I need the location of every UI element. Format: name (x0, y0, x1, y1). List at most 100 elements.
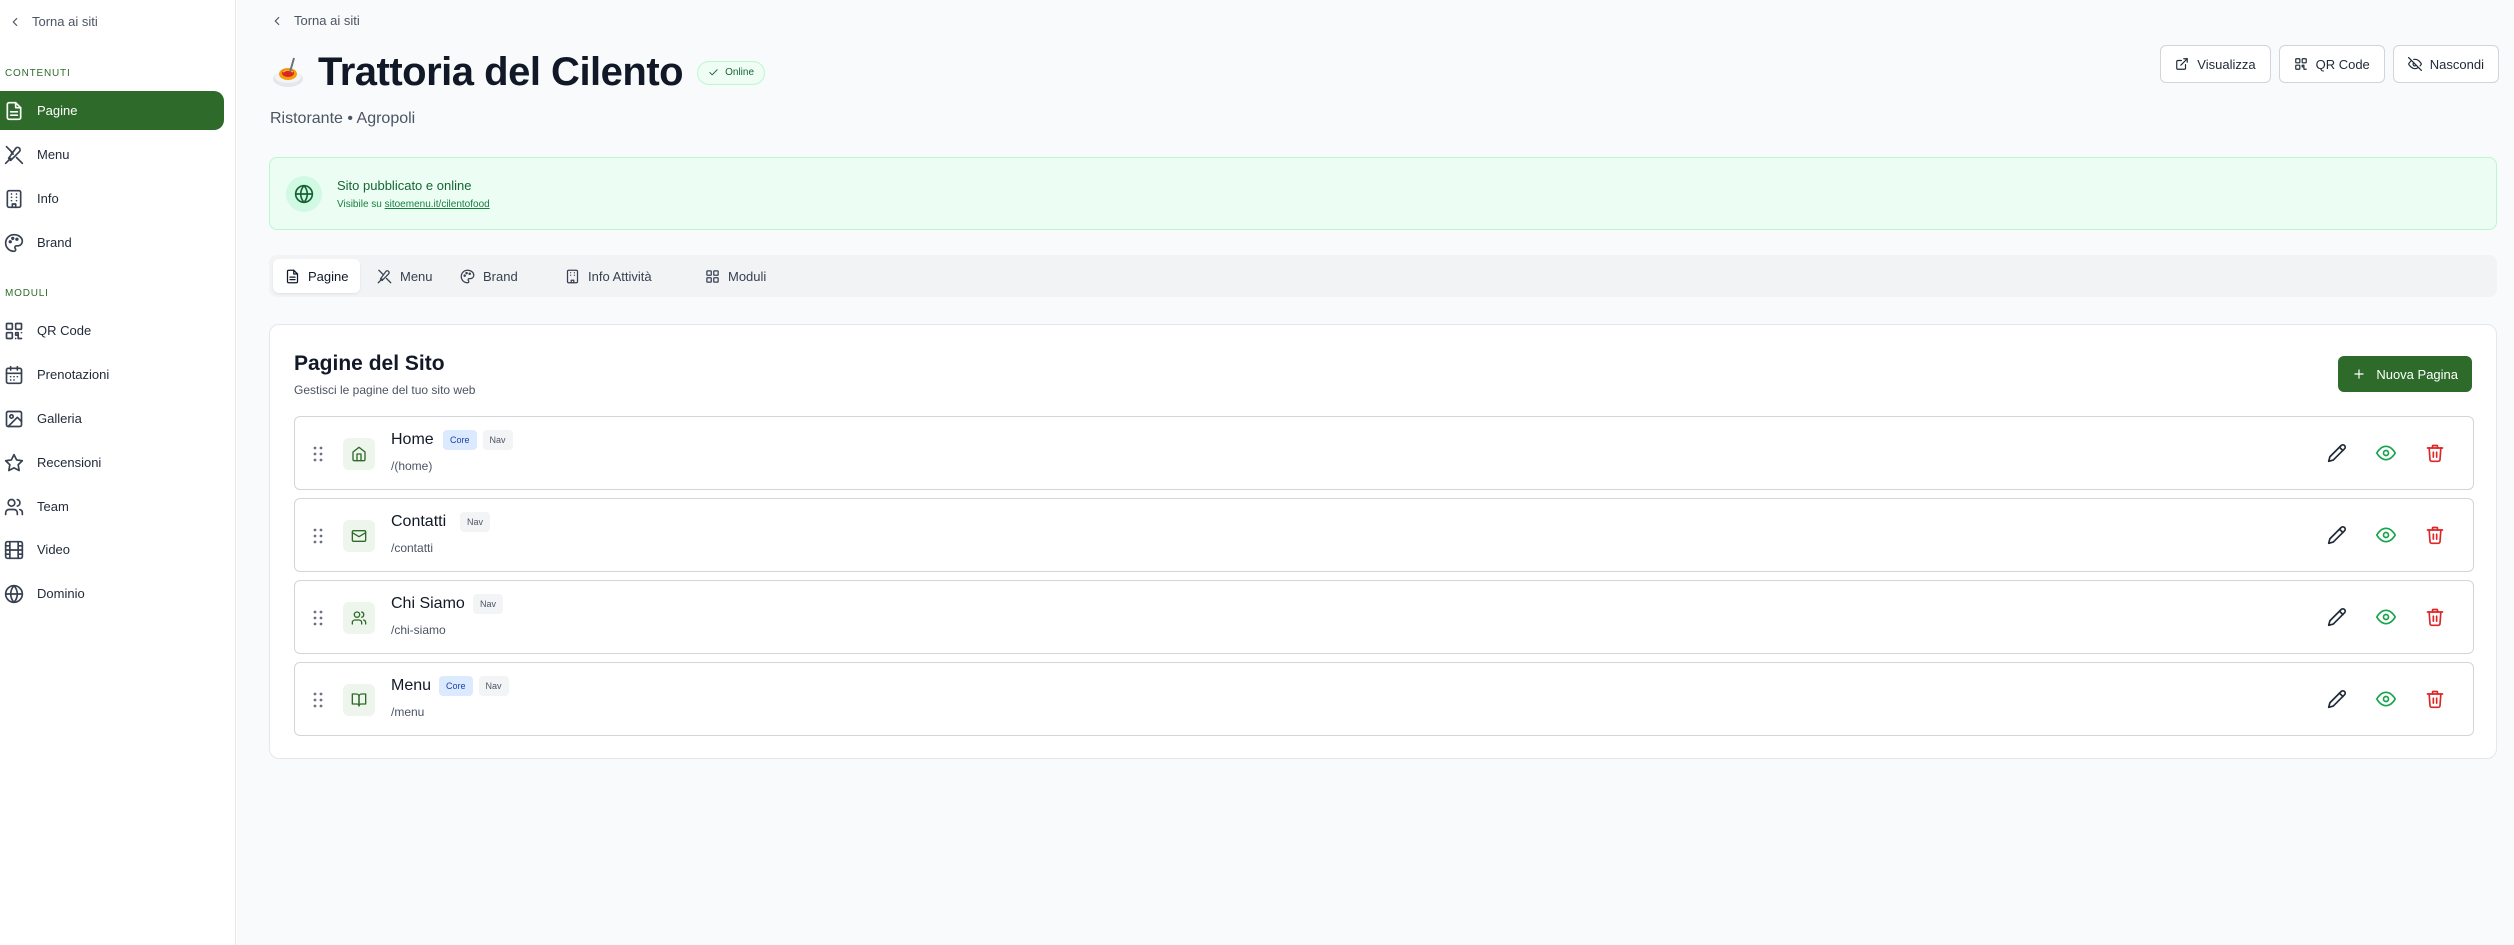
page-row-contatti[interactable]: Contatti Nav /contatti (294, 498, 2474, 572)
qr-code-icon (2294, 58, 2307, 70)
chevron-left-icon (274, 16, 280, 25)
sidebar-item-prenotazioni[interactable]: Prenotazioni (0, 355, 224, 394)
sidebar-item-pagine[interactable]: Pagine (0, 91, 224, 130)
globe-icon (286, 176, 322, 212)
page-title: Trattoria del Cilento (318, 50, 684, 94)
eye-icon[interactable] (2376, 607, 2396, 627)
sidebar-item-team[interactable]: Team (0, 487, 224, 526)
qr-code-button[interactable]: QR Code (2278, 45, 2385, 83)
plus-icon (2354, 369, 2364, 379)
file-text-icon (286, 269, 299, 283)
eye-icon[interactable] (2376, 443, 2396, 463)
edit-icon[interactable] (2327, 689, 2347, 709)
tab-brand[interactable]: Brand (448, 259, 530, 293)
sidebar-item-label: Galleria (37, 411, 82, 426)
view-site-label: Visualizza (2197, 56, 2256, 72)
tab-label: Pagine (308, 268, 349, 284)
back-to-sites-label: Torna ai siti (32, 14, 98, 29)
sidebar-item-video[interactable]: Video (0, 530, 224, 569)
tab-pagine[interactable]: Pagine (273, 259, 361, 293)
row-actions (2327, 607, 2445, 627)
building-icon (4, 189, 24, 209)
panel-title: Pagine del Sito (294, 352, 445, 375)
chevron-left-icon (12, 17, 18, 26)
page-path: /contatti (391, 541, 434, 555)
sidebar-item-qr-code[interactable]: QR Code (0, 311, 224, 350)
home-icon (343, 438, 375, 470)
spaghetti-emoji-icon (273, 57, 303, 87)
new-page-label: Nuova Pagina (2376, 366, 2458, 382)
page-row-home[interactable]: Home Core Nav /(home) (294, 416, 2474, 490)
sidebar-item-info[interactable]: Info (0, 179, 224, 218)
page-subtitle: Ristorante • Agropoli (270, 110, 416, 127)
page-path: /(home) (391, 459, 433, 473)
calendar-icon (4, 365, 24, 385)
sidebar-item-dominio[interactable]: Dominio (0, 574, 224, 613)
eye-icon[interactable] (2376, 689, 2396, 709)
hide-site-label: Nascondi (2429, 56, 2484, 72)
tab-menu[interactable]: Menu (365, 259, 445, 293)
tab-label: Brand (483, 268, 518, 284)
drag-handle-icon[interactable] (311, 445, 325, 463)
hide-site-button[interactable]: Nascondi (2392, 45, 2499, 83)
new-page-button[interactable]: Nuova Pagina (2338, 356, 2472, 392)
page-name: Contatti (391, 513, 447, 530)
sidebar-item-label: Menu (37, 147, 70, 162)
drag-handle-icon[interactable] (311, 609, 325, 627)
status-badge: Online (697, 60, 766, 85)
sidebar-section-contenuti: CONTENUTI (5, 68, 71, 79)
utensils-icon (377, 269, 392, 283)
title-row: Trattoria del Cilento Online (270, 50, 766, 95)
eye-icon[interactable] (2376, 525, 2396, 545)
tab-bar: Pagine Menu Brand Info Attività Moduli (269, 255, 2497, 297)
view-site-button[interactable]: Visualizza (2160, 45, 2271, 83)
sidebar-item-label: Video (37, 542, 71, 557)
sidebar-item-label: Info (37, 191, 59, 206)
sidebar-item-label: Dominio (37, 586, 85, 601)
sidebar-item-label: Pagine (37, 103, 78, 118)
eye-off-icon (2407, 57, 2422, 71)
globe-icon (4, 584, 24, 604)
core-badge: Core (443, 430, 477, 450)
page-name: Chi Siamo (391, 595, 465, 612)
sidebar-item-menu[interactable]: Menu (0, 135, 224, 174)
star-icon (4, 453, 24, 473)
sidebar-item-recensioni[interactable]: Recensioni (0, 443, 224, 482)
breadcrumb-label: Torna ai siti (294, 13, 360, 28)
tab-moduli[interactable]: Moduli (693, 259, 778, 293)
edit-icon[interactable] (2327, 443, 2347, 463)
sidebar-item-brand[interactable]: Brand (0, 223, 224, 262)
nav-badge: Nav (478, 676, 509, 696)
back-to-sites-link[interactable]: Torna ai siti (8, 14, 98, 29)
page-tags: Nav (460, 512, 491, 532)
check-icon (709, 69, 718, 76)
sidebar-item-label: Team (37, 499, 69, 514)
breadcrumb[interactable]: Torna ai siti (270, 13, 360, 28)
trash-icon[interactable] (2425, 525, 2445, 545)
page-row-chi-siamo[interactable]: Chi Siamo Nav /chi-siamo (294, 580, 2474, 654)
palette-icon (4, 233, 24, 253)
tab-info-attivita[interactable]: Info Attività (553, 259, 664, 293)
drag-handle-icon[interactable] (311, 527, 325, 545)
mail-icon (343, 520, 375, 552)
page-row-menu[interactable]: Menu Core Nav /menu (294, 662, 2474, 736)
file-text-icon (4, 101, 24, 121)
drag-handle-icon[interactable] (311, 691, 325, 709)
edit-icon[interactable] (2327, 525, 2347, 545)
trash-icon[interactable] (2425, 689, 2445, 709)
page-name: Menu (391, 677, 432, 694)
trash-icon[interactable] (2425, 443, 2445, 463)
page-path: /chi-siamo (391, 623, 446, 637)
site-url-link[interactable]: sitoemenu.it/cilentofood (385, 199, 490, 210)
page-tags: Core Nav (439, 676, 509, 696)
sidebar-item-galleria[interactable]: Galleria (0, 399, 224, 438)
publish-status-title: Sito pubblicato e online (337, 178, 472, 193)
users-icon (343, 602, 375, 634)
grid-icon (706, 269, 719, 283)
tab-label: Info Attività (588, 268, 652, 284)
tab-label: Moduli (728, 268, 767, 284)
trash-icon[interactable] (2425, 607, 2445, 627)
edit-icon[interactable] (2327, 607, 2347, 627)
panel-subtitle: Gestisci le pagine del tuo sito web (294, 383, 476, 397)
nav-badge: Nav (473, 594, 504, 614)
